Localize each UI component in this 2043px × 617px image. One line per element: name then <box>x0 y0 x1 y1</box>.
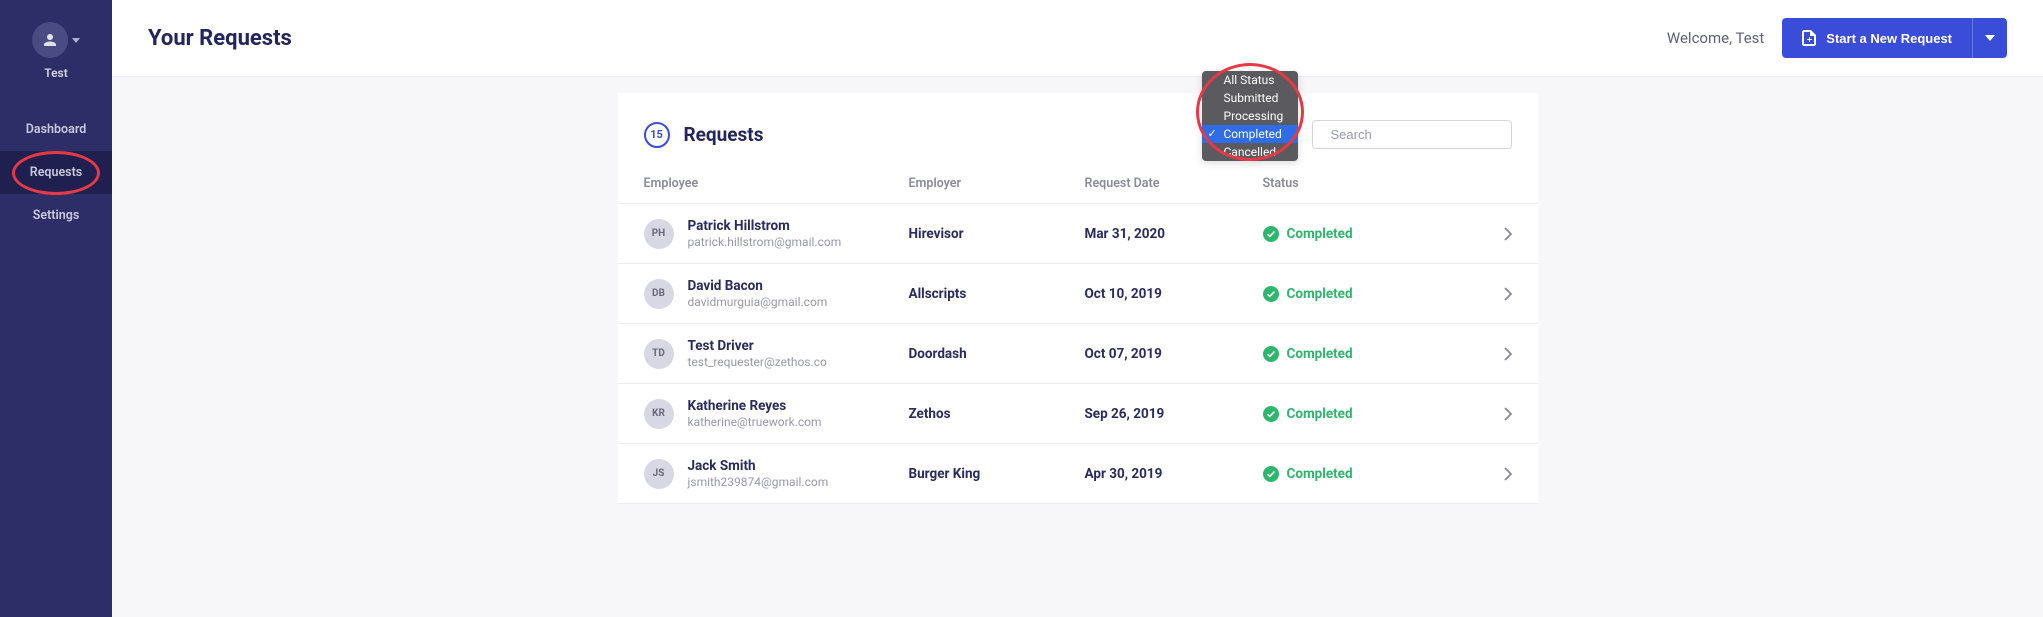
table-row[interactable]: KR Katherine Reyes katherine@truework.co… <box>618 383 1538 443</box>
employee-name: Jack Smith <box>688 458 829 474</box>
employee-name: Test Driver <box>688 338 827 354</box>
sidebar: Test Dashboard Requests Settings <box>0 0 112 617</box>
status-badge: Completed <box>1263 226 1353 242</box>
status-badge: Completed <box>1263 286 1353 302</box>
column-status: Status <box>1263 176 1512 191</box>
topbar: Your Requests Welcome, Test Start a New … <box>112 0 2043 77</box>
sidebar-item-settings[interactable]: Settings <box>0 194 112 237</box>
column-date: Request Date <box>1085 176 1263 191</box>
status-option[interactable]: Completed <box>1202 125 1298 143</box>
employer-name: Doordash <box>909 346 1085 362</box>
user-avatar[interactable] <box>32 22 68 58</box>
user-name-label: Test <box>44 66 68 80</box>
employee-email: jsmith239874@gmail.com <box>688 475 829 489</box>
employee-avatar: JS <box>644 459 674 489</box>
employee-avatar: KR <box>644 399 674 429</box>
sidebar-item-dashboard[interactable]: Dashboard <box>0 108 112 151</box>
chevron-right-icon <box>1504 347 1512 361</box>
employee-name: Patrick Hillstrom <box>688 218 842 234</box>
chevron-right-icon <box>1504 407 1512 421</box>
sidebar-item-label: Settings <box>33 208 80 223</box>
employer-name: Hirevisor <box>909 226 1085 242</box>
caret-down-icon <box>72 38 80 43</box>
check-circle-icon <box>1263 406 1279 422</box>
sidebar-item-label: Requests <box>30 165 82 180</box>
status-filter-dropdown[interactable]: All StatusSubmittedProcessingCompletedCa… <box>1202 71 1298 161</box>
status-option[interactable]: Submitted <box>1202 89 1298 107</box>
employer-name: Zethos <box>909 406 1085 422</box>
employee-email: patrick.hillstrom@gmail.com <box>688 235 842 249</box>
employee-email: test_requester@zethos.co <box>688 355 827 369</box>
chevron-down-icon <box>1985 35 1995 41</box>
new-request-label: Start a New Request <box>1826 31 1952 46</box>
table-row[interactable]: JS Jack Smith jsmith239874@gmail.com Bur… <box>618 443 1538 503</box>
chevron-right-icon <box>1504 227 1512 241</box>
request-date: Oct 10, 2019 <box>1085 286 1263 302</box>
sidebar-item-requests[interactable]: Requests <box>0 151 112 194</box>
request-date: Apr 30, 2019 <box>1085 466 1263 482</box>
welcome-text: Welcome, Test <box>1667 29 1764 47</box>
column-employee: Employee <box>644 176 909 191</box>
card-title: Requests <box>684 123 764 146</box>
employee-email: katherine@truework.com <box>688 415 822 429</box>
request-date: Sep 26, 2019 <box>1085 406 1263 422</box>
new-request-button[interactable]: Start a New Request <box>1782 18 1972 58</box>
employee-name: Katherine Reyes <box>688 398 822 414</box>
check-circle-icon <box>1263 286 1279 302</box>
request-date: Oct 07, 2019 <box>1085 346 1263 362</box>
main: Your Requests Welcome, Test Start a New … <box>112 0 2043 617</box>
status-badge: Completed <box>1263 346 1353 362</box>
person-icon <box>41 31 59 49</box>
chevron-right-icon <box>1504 287 1512 301</box>
new-request-dropdown[interactable] <box>1972 18 2007 58</box>
table-row[interactable]: DB David Bacon davidmurguia@gmail.com Al… <box>618 263 1538 323</box>
table-header: Employee Employer Request Date Status <box>618 176 1538 203</box>
employee-avatar: DB <box>644 279 674 309</box>
sidebar-item-label: Dashboard <box>26 122 87 137</box>
search-input[interactable] <box>1331 127 1507 142</box>
status-badge: Completed <box>1263 406 1353 422</box>
count-badge: 15 <box>644 122 670 148</box>
requests-card: 15 Requests All StatusSubmittedProcessin… <box>618 93 1538 504</box>
status-option[interactable]: Cancelled <box>1202 143 1298 161</box>
user-menu[interactable] <box>32 22 80 58</box>
check-circle-icon <box>1263 346 1279 362</box>
employer-name: Allscripts <box>909 286 1085 302</box>
page-title: Your Requests <box>148 26 292 51</box>
chevron-right-icon <box>1504 467 1512 481</box>
employee-name: David Bacon <box>688 278 828 294</box>
content-area: 15 Requests All StatusSubmittedProcessin… <box>112 77 2043 617</box>
search-wrap <box>1312 120 1512 149</box>
employer-name: Burger King <box>909 466 1085 482</box>
status-option[interactable]: All Status <box>1202 71 1298 89</box>
request-date: Mar 31, 2020 <box>1085 226 1263 242</box>
column-employer: Employer <box>909 176 1085 191</box>
status-option[interactable]: Processing <box>1202 107 1298 125</box>
table-row[interactable]: TD Test Driver test_requester@zethos.co … <box>618 323 1538 383</box>
table-row[interactable]: PH Patrick Hillstrom patrick.hillstrom@g… <box>618 203 1538 263</box>
status-badge: Completed <box>1263 466 1353 482</box>
check-circle-icon <box>1263 226 1279 242</box>
employee-email: davidmurguia@gmail.com <box>688 295 828 309</box>
employee-avatar: PH <box>644 219 674 249</box>
file-plus-icon <box>1802 30 1816 46</box>
employee-avatar: TD <box>644 339 674 369</box>
check-circle-icon <box>1263 466 1279 482</box>
